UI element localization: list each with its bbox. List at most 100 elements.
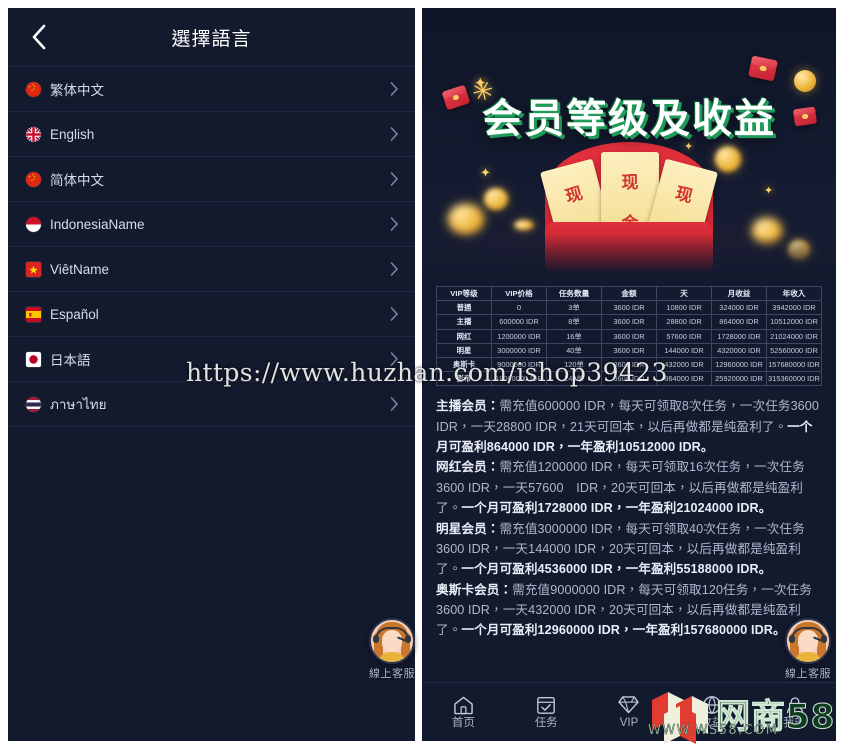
- home-icon: [453, 694, 474, 715]
- chevron-right-icon: [390, 397, 399, 412]
- coin-icon: [448, 204, 484, 234]
- chevron-right-icon: [390, 217, 399, 232]
- chevron-right-icon: [390, 127, 399, 142]
- tab-earnings[interactable]: 收益: [670, 694, 753, 730]
- cell-amount: 3600 IDR: [601, 371, 657, 387]
- flag-vn-icon: [26, 261, 41, 277]
- customer-service-widget[interactable]: 線上客服: [362, 618, 422, 681]
- col-day: 天: [656, 285, 712, 302]
- cell-monthly: 25920000 IDR: [711, 371, 767, 387]
- tab-label: 首页: [451, 717, 475, 730]
- col-vip-level: VIP等级: [436, 285, 492, 302]
- description-highlight: 一个月可盈利12960000 IDR，一年盈利157680000 IDR。: [461, 623, 786, 638]
- cell-yearly: 315360000 IDR: [766, 371, 822, 387]
- back-button[interactable]: [22, 20, 56, 54]
- flag-cn-icon: [26, 171, 41, 187]
- cell-level: 普通: [436, 300, 492, 316]
- cell-tasks: 16单: [546, 328, 602, 344]
- bottom-tab-bar: 首页 任务 VIP 收益 我的: [422, 682, 836, 741]
- cell-yearly: 157680000 IDR: [766, 356, 822, 373]
- description-label: 明星会员：: [436, 521, 500, 536]
- description-highlight: 一个月可盈利4536000 IDR，一年盈利55188000 IDR。: [461, 562, 772, 577]
- language-item-label: 日本語: [50, 353, 91, 368]
- cell-yearly: 10512000 IDR: [766, 314, 822, 330]
- cell-tasks: 40单: [546, 342, 602, 358]
- flag-es-icon: [26, 306, 41, 322]
- vip-table-wrapper: VIP等级 VIP价格 任务数量 金额 天 月收益 年收入 普通 0 3单 36: [422, 280, 836, 387]
- table-row: 主播 600000 IDR 8单 3600 IDR 28800 IDR 8640…: [436, 314, 822, 330]
- cell-amount: 3600 IDR: [601, 314, 657, 330]
- col-amount: 金额: [601, 285, 657, 302]
- col-monthly: 月收益: [711, 285, 767, 302]
- language-item-zh-hans[interactable]: 简体中文: [8, 157, 415, 202]
- table-row: 影帝 18000000 IDR 240单 3600 IDR 864000 IDR…: [436, 371, 822, 387]
- chevron-left-icon: [31, 24, 47, 50]
- language-item-thai[interactable]: ภาษาไทย: [8, 382, 415, 427]
- vip-levels-table: VIP等级 VIP价格 任务数量 金额 天 月收益 年收入 普通 0 3单 36: [436, 285, 822, 387]
- cell-level: 网红: [436, 328, 492, 344]
- language-item-japanese[interactable]: 日本語: [8, 337, 415, 382]
- description-paragraph: 奥斯卡会员：需充值9000000 IDR，每天可领取120任务，一次任务3600…: [436, 580, 822, 641]
- table-row: 明星 3000000 IDR 40单 3600 IDR 144000 IDR 4…: [436, 342, 822, 358]
- col-vip-price: VIP价格: [491, 285, 547, 302]
- description-label: 网红会员：: [436, 460, 500, 475]
- cell-amount: 3600 IDR: [601, 342, 657, 358]
- calendar-check-icon: [536, 694, 556, 715]
- cell-price: 1200000 IDR: [491, 328, 547, 344]
- cell-price: 18000000 IDR: [491, 371, 547, 387]
- cell-tasks: 8单: [546, 314, 602, 330]
- cell-level: 影帝: [436, 371, 492, 387]
- tab-tasks[interactable]: 任务: [505, 694, 588, 730]
- cell-day: 57600 IDR: [656, 328, 712, 344]
- page-title: 選擇語言: [171, 28, 252, 50]
- cell-monthly: 12960000 IDR: [711, 356, 767, 373]
- cell-day: 432000 IDR: [656, 356, 712, 373]
- screenshot-root: 選擇語言 繁体中文 English 简体中文 IndonesiaName Viê…: [0, 0, 844, 749]
- vip-descriptions: 主播会员：需充值600000 IDR，每天可领取8次任务，一次任务3600 ID…: [422, 386, 836, 641]
- language-item-label: ViêtName: [50, 261, 110, 277]
- tab-mine[interactable]: 我的: [753, 694, 836, 730]
- description-paragraph: 明星会员：需充值3000000 IDR，每天可领取40次任务，一次任务3600 …: [436, 519, 822, 580]
- cell-amount: 3600 IDR: [601, 328, 657, 344]
- language-item-english[interactable]: English: [8, 112, 415, 157]
- language-item-spanish[interactable]: Español: [8, 292, 415, 337]
- cell-monthly: 1728000 IDR: [711, 328, 767, 344]
- headset-avatar-icon: [785, 618, 831, 664]
- red-envelope-icon: [748, 55, 778, 82]
- chevron-right-icon: [390, 82, 399, 97]
- vip-banner: ✦ ✦ ✦ ✦ ✳ 会员等级及收益 现 现 金 现: [422, 8, 836, 280]
- language-item-zh-hant[interactable]: 繁体中文: [8, 66, 415, 112]
- table-header-row: VIP等级 VIP价格 任务数量 金额 天 月收益 年收入: [436, 285, 822, 302]
- vip-levels-panel: ✦ ✦ ✦ ✦ ✳ 会员等级及收益 现 现 金 现: [422, 8, 836, 741]
- diamond-icon: [618, 694, 640, 715]
- flag-id-icon: [26, 216, 41, 232]
- language-item-label: IndonesiaName: [50, 216, 145, 232]
- chevron-right-icon: [390, 262, 399, 277]
- cell-amount: 3600 IDR: [601, 356, 657, 373]
- tab-home[interactable]: 首页: [422, 694, 505, 730]
- flag-th-icon: [26, 396, 41, 412]
- chevron-right-icon: [390, 307, 399, 322]
- table-row: 普通 0 3单 3600 IDR 10800 IDR 324000 IDR 39…: [436, 300, 822, 316]
- cell-yearly: 21024000 IDR: [766, 328, 822, 344]
- cell-yearly: 3942000 IDR: [766, 300, 822, 316]
- cell-day: 10800 IDR: [656, 300, 712, 316]
- customer-service-widget[interactable]: 線上客服: [778, 618, 838, 681]
- language-item-label: 简体中文: [50, 173, 104, 188]
- user-icon: [785, 694, 805, 715]
- flag-gb-icon: [26, 126, 41, 142]
- cell-tasks: 120单: [546, 356, 602, 373]
- cell-price: 0: [491, 300, 547, 316]
- tab-vip[interactable]: VIP: [588, 694, 671, 730]
- col-yearly: 年收入: [766, 285, 822, 302]
- language-header: 選擇語言: [8, 8, 415, 66]
- description-paragraph: 网红会员：需充值1200000 IDR，每天可领取16次任务，一次任务3600 …: [436, 457, 822, 518]
- cell-level: 奥斯卡: [436, 356, 492, 373]
- tab-label: 任务: [534, 717, 558, 730]
- cell-day: 864000 IDR: [656, 371, 712, 387]
- language-item-label: ภาษาไทย: [50, 397, 107, 412]
- language-item-vietnam[interactable]: ViêtName: [8, 247, 415, 292]
- cell-price: 9000000 IDR: [491, 356, 547, 373]
- cell-tasks: 240单: [546, 371, 602, 387]
- language-item-indonesia[interactable]: IndonesiaName: [8, 202, 415, 247]
